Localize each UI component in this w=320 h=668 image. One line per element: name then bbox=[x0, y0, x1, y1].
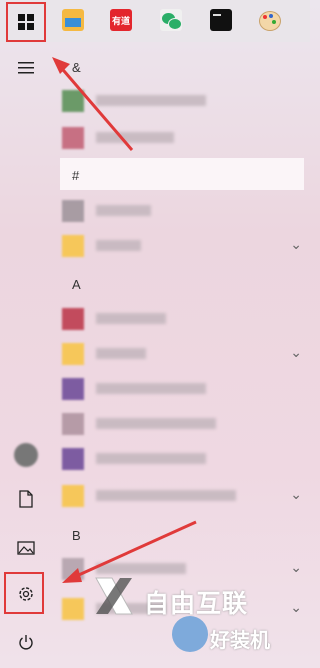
power-icon bbox=[19, 635, 33, 650]
app-thumbnail bbox=[62, 200, 84, 222]
app-thumbnail bbox=[62, 448, 84, 470]
paint-icon[interactable] bbox=[258, 9, 281, 31]
folder-icon bbox=[62, 485, 84, 507]
app-name-blurred bbox=[96, 313, 166, 324]
folder-icon bbox=[62, 235, 84, 257]
section-header-a[interactable]: A bbox=[72, 277, 81, 292]
watermark-x-logo bbox=[95, 577, 133, 615]
list-item[interactable] bbox=[52, 405, 310, 443]
wechat-icon[interactable] bbox=[160, 9, 182, 31]
list-item[interactable] bbox=[52, 192, 310, 230]
section-header-amp[interactable]: & bbox=[72, 60, 81, 75]
chevron-down-icon[interactable]: ⌄ bbox=[290, 559, 302, 576]
watermark-brand: 自由互联 bbox=[144, 590, 249, 618]
section-header-b[interactable]: B bbox=[72, 528, 81, 543]
taskbar: 有道 bbox=[0, 0, 310, 42]
app-name-blurred bbox=[96, 490, 236, 501]
app-name-blurred bbox=[96, 418, 216, 429]
start-sidebar bbox=[0, 42, 52, 668]
app-name-blurred bbox=[96, 563, 186, 574]
list-item[interactable] bbox=[52, 300, 310, 338]
app-thumbnail bbox=[62, 558, 84, 580]
list-item[interactable]: ⌄ bbox=[52, 477, 310, 515]
list-item[interactable]: ⌄ bbox=[52, 335, 310, 373]
app-list: & # ⌄ A ⌄ ⌄ B ⌄ ⌄ bbox=[52, 42, 310, 668]
chevron-down-icon[interactable]: ⌄ bbox=[290, 599, 302, 616]
app-name-blurred bbox=[96, 205, 151, 216]
documents-icon bbox=[19, 490, 33, 508]
list-item[interactable] bbox=[52, 440, 310, 478]
folder-icon bbox=[62, 343, 84, 365]
app-thumbnail bbox=[62, 378, 84, 400]
hamburger-icon bbox=[18, 62, 34, 74]
terminal-icon[interactable] bbox=[210, 9, 232, 31]
watermark-sub: 好装机 bbox=[210, 630, 270, 652]
app-name-blurred bbox=[96, 453, 206, 464]
app-thumbnail bbox=[62, 308, 84, 330]
user-account-button[interactable] bbox=[0, 435, 52, 475]
chevron-down-icon[interactable]: ⌄ bbox=[290, 344, 302, 361]
windows-logo-icon bbox=[18, 14, 34, 30]
pictures-icon bbox=[17, 541, 35, 555]
chevron-down-icon[interactable]: ⌄ bbox=[290, 486, 302, 503]
file-explorer-icon[interactable] bbox=[62, 9, 84, 31]
chevron-down-icon[interactable]: ⌄ bbox=[290, 236, 302, 253]
youdao-icon[interactable]: 有道 bbox=[110, 9, 132, 31]
list-item[interactable] bbox=[52, 119, 310, 157]
folder-icon bbox=[62, 598, 84, 620]
menu-button[interactable] bbox=[0, 48, 52, 88]
list-item[interactable]: ⌄ bbox=[52, 227, 310, 265]
list-item[interactable] bbox=[52, 82, 310, 120]
list-item[interactable]: ⌄ bbox=[52, 550, 310, 588]
power-button[interactable] bbox=[0, 622, 52, 662]
app-name-blurred bbox=[96, 240, 141, 251]
app-thumbnail bbox=[62, 90, 84, 112]
app-thumbnail bbox=[62, 127, 84, 149]
section-header-hash[interactable]: # bbox=[72, 168, 79, 183]
settings-button[interactable] bbox=[0, 572, 52, 614]
app-name-blurred bbox=[96, 348, 146, 359]
watermark-badge-icon bbox=[172, 616, 208, 652]
app-thumbnail bbox=[62, 413, 84, 435]
start-button[interactable] bbox=[6, 2, 46, 42]
app-name-blurred bbox=[96, 95, 206, 106]
list-item[interactable] bbox=[52, 370, 310, 408]
app-name-blurred bbox=[96, 132, 174, 143]
youdao-icon-label: 有道 bbox=[111, 15, 130, 26]
app-name-blurred bbox=[96, 383, 206, 394]
section-header-hash-highlight bbox=[60, 158, 304, 190]
documents-button[interactable] bbox=[0, 479, 52, 519]
pictures-button[interactable] bbox=[0, 528, 52, 568]
avatar bbox=[14, 443, 38, 467]
